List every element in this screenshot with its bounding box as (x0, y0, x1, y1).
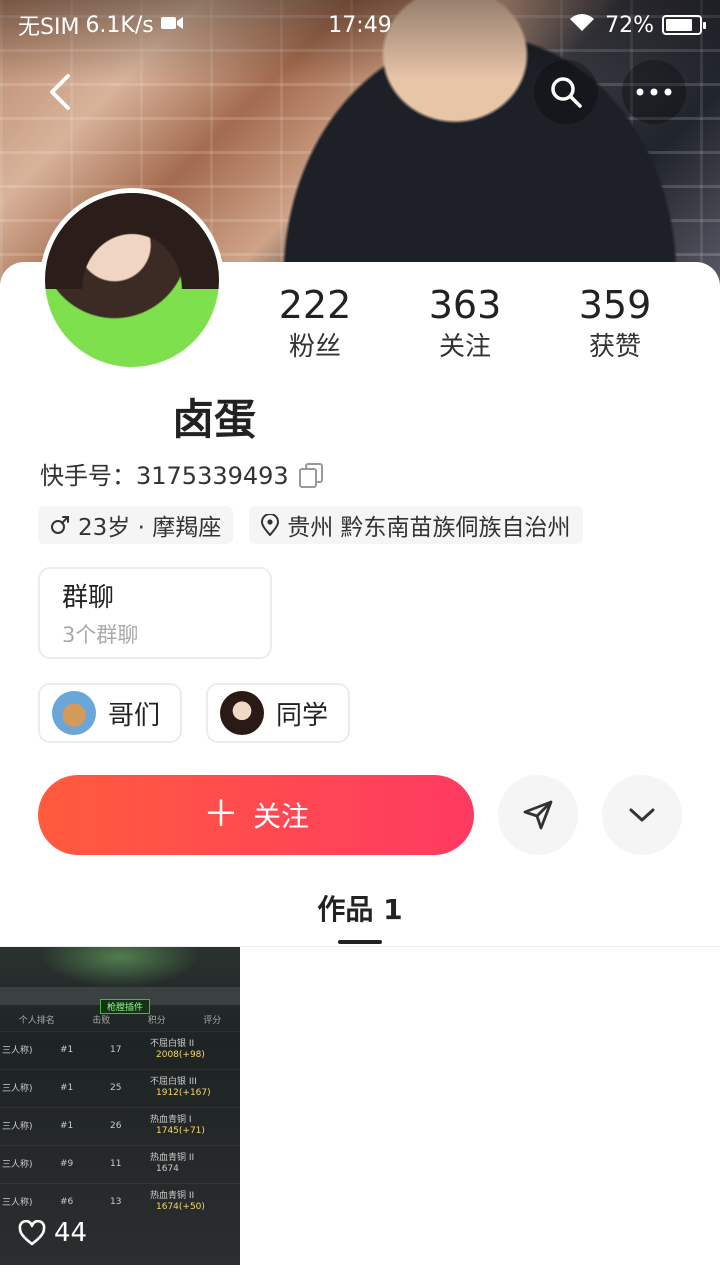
friend-circles: 哥们 同学 (38, 683, 351, 743)
overlay-tag: 枪膛插件 (100, 999, 151, 1014)
circle-chip-classmates[interactable]: 同学 (206, 683, 351, 743)
expand-button[interactable] (602, 775, 682, 855)
search-icon (551, 77, 582, 108)
paper-plane-icon (523, 800, 553, 830)
table-row: 三人称) #6 13 热血青铜 II 1674(+50) (0, 1183, 240, 1219)
stat-number: 222 (278, 283, 352, 327)
stat-following[interactable]: 363 关注 (390, 280, 540, 364)
battery-icon (662, 15, 706, 35)
follow-label: 关注 (253, 800, 310, 833)
stat-likes[interactable]: 359 获赞 (540, 280, 690, 364)
location-text: 贵州 黔东南苗族侗族自治州 (287, 515, 571, 541)
send-message-button[interactable] (498, 775, 578, 855)
table-row: 三人称) #1 25 不屈白银 III 1912(+167) (0, 1069, 240, 1105)
chevron-down-icon (629, 808, 655, 822)
circle-label: 哥们 (108, 700, 161, 731)
age-sign-tag: 23岁 · 摩羯座 (38, 506, 234, 544)
search-button[interactable] (534, 60, 598, 124)
avatar[interactable] (40, 188, 224, 372)
follow-button[interactable]: ＋ 关注 (38, 775, 474, 855)
location-pin-icon (261, 514, 280, 536)
profile-tags: 23岁 · 摩羯座 贵州 黔东南苗族侗族自治州 (38, 506, 583, 544)
table-row: 三人称) #9 11 热血青铜 II 1674 (0, 1145, 240, 1181)
circle-chip-buddies[interactable]: 哥们 (38, 683, 183, 743)
back-button[interactable] (28, 60, 92, 124)
more-dots-icon (636, 88, 672, 96)
stat-label: 关注 (438, 332, 491, 362)
group-chat-card[interactable]: 群聊 3个群聊 (38, 567, 272, 659)
tab-works[interactable]: 作品 1 (0, 888, 720, 928)
heart-icon (18, 1220, 46, 1246)
copy-icon[interactable] (298, 462, 323, 488)
table-row: 三人称) #1 26 热血青铜 I 1745(+71) (0, 1107, 240, 1143)
work-likes: 44 (18, 1218, 87, 1248)
stat-number: 359 (578, 283, 652, 327)
stat-number: 363 (428, 283, 502, 327)
circle-avatar (220, 691, 265, 735)
tab-indicator (338, 940, 382, 944)
circle-label: 同学 (276, 700, 329, 731)
thumb-table-header: 个人排名 击败 积分 评分 (18, 1016, 222, 1026)
circle-avatar (52, 691, 96, 735)
stat-label: 获赞 (588, 332, 641, 362)
location-tag: 贵州 黔东南苗族侗族自治州 (249, 506, 583, 544)
table-row: 三人称) #1 17 不屈白银 II 2008(+98) (0, 1031, 240, 1067)
more-button[interactable] (622, 60, 686, 124)
like-count: 44 (54, 1218, 88, 1248)
group-chat-count: 3个群聊 (62, 623, 139, 647)
plus-icon: ＋ (202, 794, 239, 835)
stat-label: 粉丝 (288, 332, 341, 362)
group-chat-title: 群聊 (62, 583, 115, 613)
chevron-left-icon (50, 74, 70, 110)
kuaishou-id-row: 快手号：3175339493 (40, 456, 323, 491)
kuaishou-id: 快手号：3175339493 (40, 462, 289, 490)
male-icon (51, 516, 69, 534)
profile-name: 卤蛋 (172, 395, 257, 444)
status-bar: 无SIM 6.1K/s 17:49 72% (0, 0, 720, 50)
stat-fans[interactable]: 222 粉丝 (240, 280, 390, 364)
age-sign-text: 23岁 · 摩羯座 (78, 515, 222, 541)
profile-stats: 222 粉丝 363 关注 359 获赞 (240, 280, 690, 364)
status-time: 17:49 (328, 12, 392, 38)
